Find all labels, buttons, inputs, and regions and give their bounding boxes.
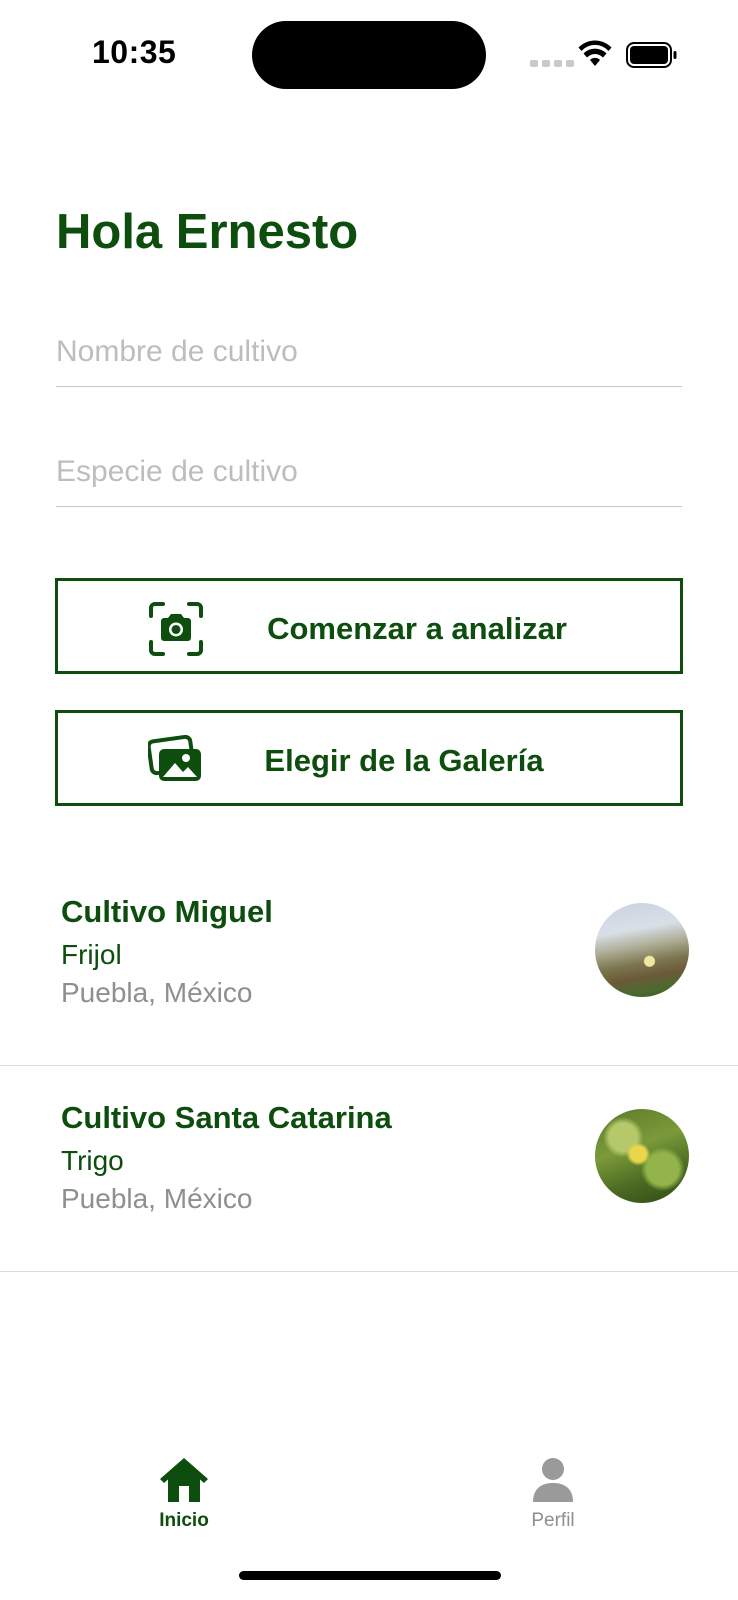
start-analysis-button[interactable]: Comenzar a analizar: [55, 578, 683, 674]
status-bar: 10:35: [0, 0, 738, 110]
crop-list-item[interactable]: Cultivo Miguel Frijol Puebla, México: [0, 860, 738, 1066]
crop-thumbnail-image: [595, 1109, 689, 1203]
crop-species-field-container: [56, 450, 682, 507]
crop-location: Puebla, México: [61, 977, 253, 1008]
tab-inicio-label: Inicio: [159, 1510, 209, 1531]
crop-name-field-container: [56, 330, 682, 387]
home-indicator: [239, 1571, 501, 1580]
crop-species: Frijol: [61, 939, 122, 970]
tab-perfil-label: Perfil: [531, 1510, 575, 1531]
tab-inicio[interactable]: Inicio: [124, 1456, 244, 1546]
status-time: 10:35: [92, 34, 177, 70]
crop-list: Cultivo Miguel Frijol Puebla, México Cul…: [0, 860, 738, 1272]
crop-species: Trigo: [61, 1145, 124, 1176]
greeting-title: Hola Ernesto: [56, 205, 359, 259]
start-analysis-label: Comenzar a analizar: [267, 611, 567, 646]
crop-name: Cultivo Santa Catarina: [61, 1100, 392, 1135]
home-icon: [160, 1458, 208, 1502]
battery-icon: [626, 42, 677, 68]
tab-bar: Inicio Perfil: [0, 1440, 738, 1550]
crop-name: Cultivo Miguel: [61, 894, 273, 929]
choose-gallery-label: Elegir de la Galería: [264, 743, 544, 778]
dynamic-island: [252, 21, 486, 89]
person-icon: [533, 1458, 573, 1502]
crop-list-item[interactable]: Cultivo Santa Catarina Trigo Puebla, Méx…: [0, 1066, 738, 1272]
crop-thumbnail-image: [595, 903, 689, 997]
crop-name-input[interactable]: [56, 330, 682, 374]
crop-species-input[interactable]: [56, 450, 682, 494]
choose-gallery-button[interactable]: Elegir de la Galería: [55, 710, 683, 806]
wifi-icon: [578, 40, 612, 66]
signal-icon: [530, 60, 574, 67]
crop-location: Puebla, México: [61, 1183, 253, 1214]
tab-perfil[interactable]: Perfil: [493, 1456, 613, 1546]
